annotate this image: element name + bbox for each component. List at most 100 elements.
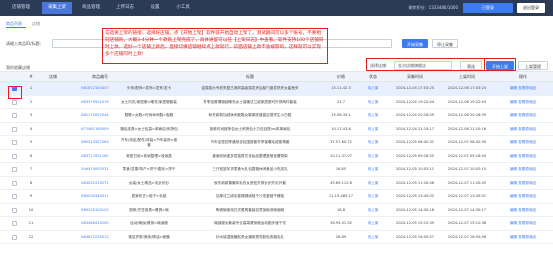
product-id-link[interactable]: 680513327263 <box>70 136 120 149</box>
nav-tab-collect-upload[interactable]: 采集上架 <box>42 2 72 14</box>
row-checkbox[interactable] <box>12 221 17 226</box>
product-category: 汽车/用品/配件/改装>汽车装饰>座套 <box>120 138 178 147</box>
product-category: 头饰/配饰>发饰>发夹/发卡 <box>126 86 172 91</box>
product-price: 37.57-60.72 <box>330 140 352 145</box>
table-row[interactable]: 5 680513327263 汽车/用品/配件/改装>汽车装饰>座套 汽车坐垫四季通用… <box>0 136 553 150</box>
upload-time: 2024-12-07 08:42:30 <box>447 140 487 145</box>
start-collect-button[interactable]: 开始采集 <box>402 39 428 48</box>
nav-tab-shop-management[interactable]: 店铺管理 <box>6 2 36 14</box>
row-checkbox[interactable] <box>12 140 17 145</box>
top-navigation-bar: 店铺管理 采集上架 商品管理 上传日志 设置 小工具 剩余积分：1333486/… <box>0 0 553 16</box>
row-checkbox[interactable] <box>12 167 17 172</box>
product-category: 女士内衣/家居服>睡衣/家居服套装 <box>121 99 177 104</box>
upload-status: 待上架 <box>367 140 379 145</box>
upload-status: 待上架 <box>367 180 379 185</box>
row-index: 2 <box>29 99 33 104</box>
upload-status: 待上架 <box>367 99 379 104</box>
subtab-product-list[interactable]: 商品列表 <box>6 19 26 28</box>
row-actions[interactable]: 编辑 查看原商品 <box>496 136 550 149</box>
header-status: 状态 <box>369 74 377 79</box>
table-row[interactable]: 10 680250100102 厨房/烹饪用具>餐具>碗 陶瓷碗家用日式餐具套装创意饭… <box>0 204 553 217</box>
table-row[interactable]: 9 680032440011 居家布艺>毯子>毛毯 加厚法兰绒毛毯珊瑚绒毯子沙发盖毯午… <box>0 190 553 204</box>
product-table: # 店铺 商品编号 标题 价格 状态 采集时间 上架时间 操作 1 6818721… <box>0 72 553 259</box>
product-id-link[interactable]: 544474092531 <box>70 163 120 176</box>
row-actions[interactable]: 编辑 查看原商品 <box>496 150 550 163</box>
row-index: 3 <box>29 113 33 118</box>
upload-time: 2024-12-07 09:18:54 <box>447 153 487 158</box>
product-id-link[interactable]: 681172057044 <box>70 109 120 122</box>
table-row[interactable]: 1 681872154447 头饰/配饰>发饰>发夹/发卡 金属感大号抓夹复古港风高级… <box>0 82 553 96</box>
header-actions: 操作 <box>519 74 527 79</box>
subtab-shop[interactable]: 店铺 <box>32 19 46 28</box>
table-row[interactable]: 11 683460410100 运动/瑜伽/健身>瑜伽服 瑜伽服女套装专业高端健身服运… <box>0 217 553 231</box>
row-actions[interactable]: 编辑 查看原商品 <box>496 96 550 109</box>
upload-time: 2024-12-06 21:10:16 <box>447 126 487 131</box>
upload-management-button[interactable]: 上架管理 <box>518 61 548 70</box>
row-actions[interactable]: 编辑 查看原商品 <box>496 82 550 95</box>
product-price: 11.19-489.17 <box>328 194 354 199</box>
product-category: 厨房/烹饪用具>餐具>碗 <box>129 207 169 212</box>
product-price: 10.17-43.6 <box>331 126 351 131</box>
product-id-link[interactable]: 680250100102 <box>70 204 120 217</box>
table-row[interactable]: 6 683717051162 家居日用>收纳整理>收纳盒 桌面收纳盒多层抽屉式化妆品整… <box>0 150 553 163</box>
favorite-shops-label: 我的收藏店铺 <box>6 65 30 70</box>
nav-tab-tools[interactable]: 小工具 <box>170 2 196 14</box>
product-id-link[interactable]: 683672235012 <box>70 231 120 244</box>
nav-tab-product-management[interactable]: 商品管理 <box>76 2 106 14</box>
row-checkbox[interactable] <box>12 180 17 186</box>
product-category: 运动/瑜伽/健身>瑜伽服 <box>130 221 168 226</box>
logged-in-button[interactable]: 已登录 <box>463 3 513 13</box>
stop-collect-button[interactable]: 停止采集 <box>432 39 458 48</box>
product-price: 23.7 <box>336 99 345 104</box>
product-id-link[interactable]: 683379501019 <box>70 96 120 109</box>
row-checkbox[interactable] <box>12 153 17 159</box>
row-actions[interactable]: 编辑 查看原商品 <box>496 217 550 230</box>
table-row[interactable]: 7 544474092531 零食/坚果/特产>饼干/膨化>饼干 三只松鼠年货零食大礼… <box>0 163 553 177</box>
row-index: 5 <box>29 140 33 145</box>
annotation-box-row-checkbox <box>8 86 22 99</box>
row-actions[interactable]: 编辑 查看原商品 <box>496 177 550 190</box>
table-row[interactable]: 4 671461169309 箱包皮具>女士包袋>单肩包/斜挎包 新款时尚链条包女士斜… <box>0 123 553 136</box>
row-checkbox[interactable] <box>12 99 17 105</box>
upload-time: 2024-12-07 16:05:56 <box>447 234 487 239</box>
row-checkbox[interactable] <box>12 194 17 199</box>
row-actions[interactable]: 编辑 查看原商品 <box>496 190 550 203</box>
product-id-link[interactable]: 671461169309 <box>70 123 120 136</box>
table-row[interactable]: 12 683672235012 美容护肤/美体/精油>面膜 补水保湿面膜贴男女通用提亮… <box>0 231 553 244</box>
header-checkbox <box>6 72 26 82</box>
product-category: 女装/女士精品>毛针织衫 <box>128 180 170 185</box>
table-row[interactable]: 8 683031515271 女装/女士精品>毛针织衫 秋冬新款慵懒风毛衣女宽松外穿针… <box>0 177 553 190</box>
product-price: 28.89 <box>335 234 347 239</box>
row-checkbox[interactable] <box>12 113 17 118</box>
product-price: 10.11-37.07 <box>330 153 352 158</box>
product-id-link[interactable]: 683031515271 <box>70 177 120 190</box>
table-row[interactable]: 2 683379501019 女士内衣/家居服>睡衣/家居服套装 冬季加厚珊瑚绒睡衣女… <box>0 96 553 109</box>
nav-tab-upload-log[interactable]: 上传日志 <box>110 2 140 14</box>
product-id-link[interactable]: 683460410100 <box>70 217 120 230</box>
upload-time: 2024-12-07 15:12:38 <box>447 221 487 226</box>
product-price: 45.69-112.6 <box>330 180 352 185</box>
product-id-link[interactable]: 680032440011 <box>70 190 120 203</box>
row-actions[interactable]: 编辑 查看原商品 <box>496 204 550 217</box>
product-title: 瑜伽服女套装专业高端健身服运动跑步速干衣 <box>214 221 286 226</box>
upload-status: 待上架 <box>367 194 379 199</box>
product-id-link[interactable]: 683717051162 <box>70 150 120 163</box>
collect-time: 2024-12-05 08:42:31 <box>395 140 435 145</box>
logout-button[interactable]: 退出登录 <box>517 3 545 13</box>
row-actions[interactable]: 编辑 查看原商品 <box>496 231 550 244</box>
table-row[interactable]: 3 681172057044 鞋靴>女鞋>时尚休闲鞋>板鞋 秋冬新款加绒休闲板鞋女鞋厚… <box>0 109 553 123</box>
row-checkbox[interactable] <box>12 207 17 213</box>
row-checkbox[interactable] <box>12 126 17 132</box>
product-category: 居家布艺>毯子>毛毯 <box>131 194 167 199</box>
upload-status: 待上架 <box>367 207 379 212</box>
product-category: 美容护肤/美体/精油>面膜 <box>128 234 170 239</box>
upload-status: 待上架 <box>367 113 379 118</box>
row-actions[interactable]: 编辑 查看原商品 <box>496 109 550 122</box>
row-index: 9 <box>29 194 33 199</box>
row-actions[interactable]: 编辑 查看原商品 <box>496 123 550 136</box>
row-actions[interactable]: 编辑 查看原商品 <box>496 163 550 176</box>
product-price: 15.11-42.3 <box>331 86 351 91</box>
product-id-link[interactable]: 681872154447 <box>70 82 120 95</box>
nav-tab-settings[interactable]: 设置 <box>144 2 166 14</box>
row-checkbox[interactable] <box>12 234 17 240</box>
